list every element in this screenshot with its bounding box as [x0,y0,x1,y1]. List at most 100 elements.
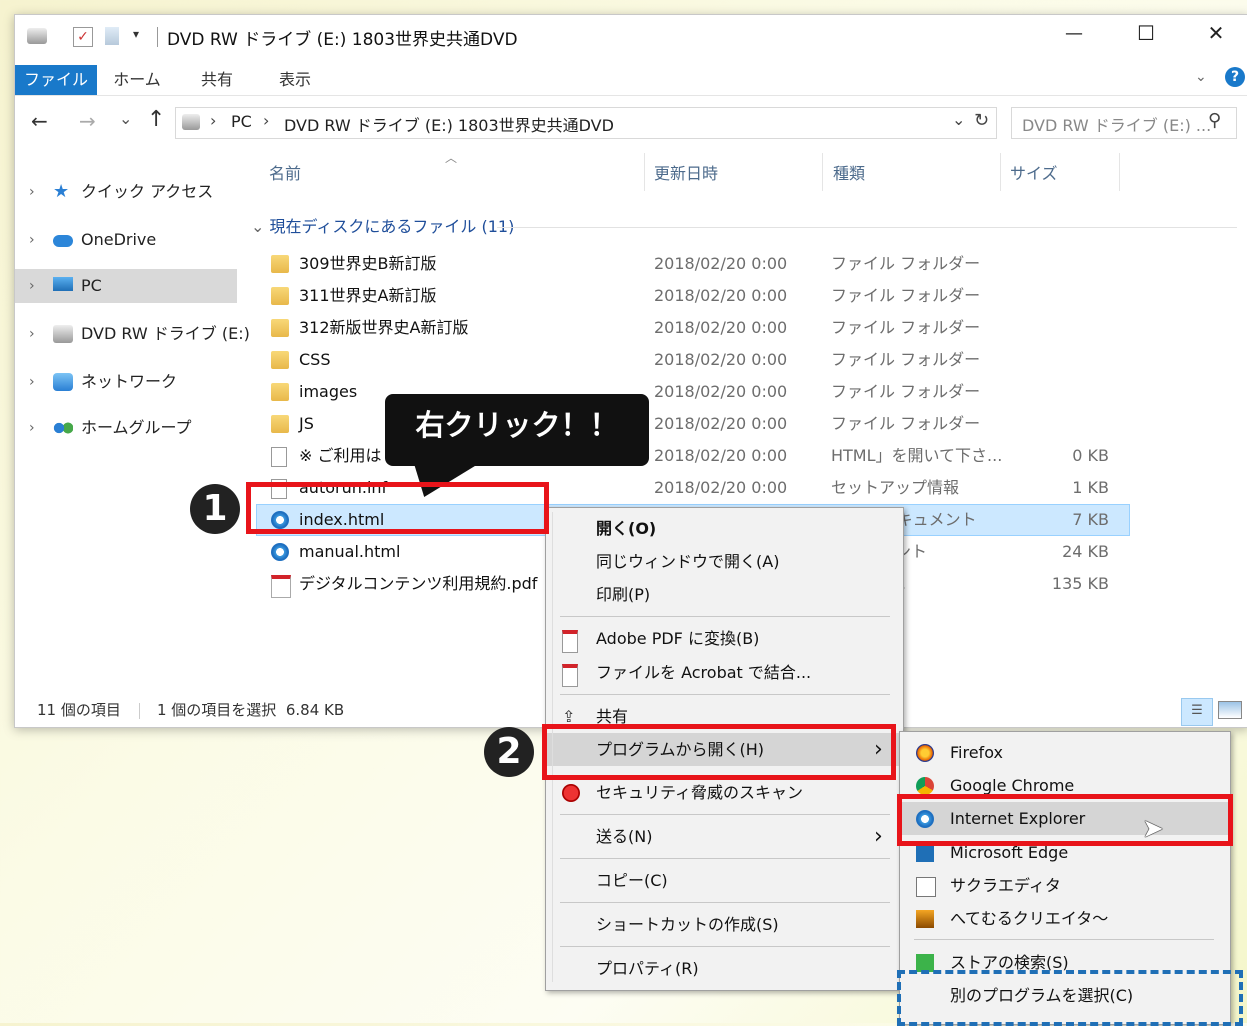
group-label: 現在ディスクにあるファイル (11) [269,217,515,236]
up-button[interactable]: ↑ [147,107,165,132]
context-menu-item[interactable]: Adobe PDF に変換(B) [546,622,901,655]
file-size: 1 KB [1072,478,1109,497]
computer-icon [53,277,73,291]
minimize-button[interactable]: — [1051,23,1097,44]
context-menu-label: 送る(N) [596,827,653,846]
submenu-label: へてむるクリエイタ～ [950,909,1109,928]
group-collapse-icon[interactable]: ⌄ [251,217,270,236]
search-input[interactable]: DVD RW ドライブ (E:) ... [1022,112,1211,136]
back-button[interactable]: ← [31,109,48,133]
submenu-item[interactable]: サクラエディタ [900,869,1228,902]
context-menu-item[interactable]: ファイルを Acrobat で結合... [546,656,901,689]
maximize-button[interactable]: ☐ [1123,21,1169,45]
column-header-date[interactable]: 更新日時 [654,159,718,189]
file-size: 7 KB [1072,510,1109,529]
file-date: 2018/02/20 0:00 [654,414,788,433]
context-menu-item[interactable]: 送る(N) › [546,820,901,853]
address-dropdown-icon[interactable]: ⌄ [952,110,965,129]
file-row[interactable]: CSS 2018/02/20 0:00 ファイル フォルダー [257,345,1129,375]
expand-chevron-icon[interactable]: › [29,223,35,257]
file-name: 312新版世界史A新訂版 [299,318,469,337]
column-header-name[interactable]: 名前 [269,159,301,189]
sidebar-item-quick-access[interactable]: › ★ クイック アクセス [15,175,237,209]
folder-icon [271,351,289,369]
column-header-type[interactable]: 種類 [833,159,865,189]
large-icons-view-icon[interactable] [1218,701,1242,719]
file-name: images [299,382,358,401]
refresh-icon[interactable]: ↻ [974,110,989,131]
context-menu-item[interactable]: 印刷(P) [546,578,901,611]
sidebar-item-label: クイック アクセス [81,182,214,201]
close-button[interactable]: ✕ [1193,21,1239,45]
sidebar-item-network[interactable]: › ネットワーク [15,365,237,399]
sidebar-item-homegroup[interactable]: › ホームグループ [15,411,237,445]
file-row[interactable]: 309世界史B新訂版 2018/02/20 0:00 ファイル フォルダー [257,249,1129,279]
sidebar-item-dvd[interactable]: › DVD RW ドライブ (E:) [15,317,250,351]
context-menu-item[interactable]: コピー(C) [546,864,901,897]
context-menu-item[interactable]: プロパティ(R) [546,952,901,985]
file-name: manual.html [299,542,401,561]
search-icon[interactable]: ⚲ [1208,110,1221,131]
help-icon[interactable]: ? [1225,67,1245,87]
file-date: 2018/02/20 0:00 [654,350,788,369]
drive-icon [182,114,200,130]
qat-dropdown-icon[interactable]: ▾ [133,27,139,41]
column-separator [822,153,823,191]
tab-view[interactable]: 表示 [265,65,325,95]
expand-chevron-icon[interactable]: › [29,269,35,303]
expand-chevron-icon[interactable]: › [29,365,35,399]
ribbon-expand-icon[interactable]: ⌄ [1195,69,1207,85]
group-header[interactable]: ⌄ 現在ディスクにあるファイル (11) [251,213,514,237]
file-row[interactable]: 311世界史A新訂版 2018/02/20 0:00 ファイル フォルダー [257,281,1129,311]
address-box[interactable]: › PC › DVD RW ドライブ (E:) 1803世界史共通DVD ⌄ ↻ [175,107,997,139]
forward-button[interactable]: → [79,109,96,133]
context-menu-item[interactable]: セキュリティ脅威のスキャン [546,776,901,809]
step-1-badge: 1 [190,484,240,534]
window-title: DVD RW ドライブ (E:) 1803世界史共通DVD [167,30,518,50]
file-row[interactable]: 312新版世界史A新訂版 2018/02/20 0:00 ファイル フォルダー [257,313,1129,343]
submenu-label: サクラエディタ [950,876,1061,895]
details-view-icon[interactable]: ☰ [1181,698,1213,726]
breadcrumb-drive[interactable]: DVD RW ドライブ (E:) 1803世界史共通DVD [284,112,614,136]
context-menu-item[interactable]: ショートカットの作成(S) [546,908,901,941]
expand-chevron-icon[interactable]: › [29,175,35,209]
tab-file[interactable]: ファイル [15,65,97,95]
tab-share[interactable]: 共有 [187,65,247,95]
homegroup-icon [53,419,73,437]
recent-locations-button[interactable]: ⌄ [119,109,132,128]
context-menu-item[interactable]: 開く(O) [546,512,901,545]
sidebar-item-pc[interactable]: › PC [15,269,237,303]
context-menu-label: 印刷(P) [596,585,651,604]
column-header-size[interactable]: サイズ [1010,159,1058,189]
adobe-pdf-icon [562,630,578,653]
ribbon-tabs: ファイル ホーム 共有 表示 ⌄ ? [15,61,1247,96]
breadcrumb-pc[interactable]: PC [231,112,252,131]
acrobat-combine-icon [562,664,578,687]
file-type: HTML」を開いて下さ... [831,446,1003,465]
context-menu-item[interactable]: 同じウィンドウで開く(A) [546,545,901,578]
submenu-item[interactable]: Firefox [900,736,1228,769]
file-type: ファイル フォルダー [831,414,981,433]
submenu-item[interactable]: へてむるクリエイタ～ [900,902,1228,935]
qat-properties-icon[interactable]: ✓ [73,27,93,47]
file-type: ファイル フォルダー [831,382,981,401]
step-2-badge: 2 [484,727,534,777]
context-menu-label: セキュリティ脅威のスキャン [596,783,804,802]
tab-home[interactable]: ホーム [107,65,167,95]
sidebar-item-label: OneDrive [81,230,157,249]
expand-chevron-icon[interactable]: › [29,317,35,351]
mouse-cursor-icon: ➤ [1142,814,1164,844]
index-html-highlight [246,482,549,534]
qat-newfolder-icon[interactable] [105,27,119,45]
text-file-icon [271,447,287,467]
right-click-callout: 右クリック！！ [385,394,649,466]
context-menu-label: 同じウィンドウで開く(A) [596,552,780,571]
breadcrumb-sep: › [210,111,217,130]
expand-chevron-icon[interactable]: › [29,411,35,445]
file-date: 2018/02/20 0:00 [654,286,788,305]
file-name: 311世界史A新訂版 [299,286,437,305]
file-type: ファイル フォルダー [831,254,981,273]
sidebar-item-onedrive[interactable]: › OneDrive [15,223,237,257]
search-box[interactable]: DVD RW ドライブ (E:) ... ⚲ [1011,107,1237,139]
context-menu-label: 開く(O) [596,519,657,538]
